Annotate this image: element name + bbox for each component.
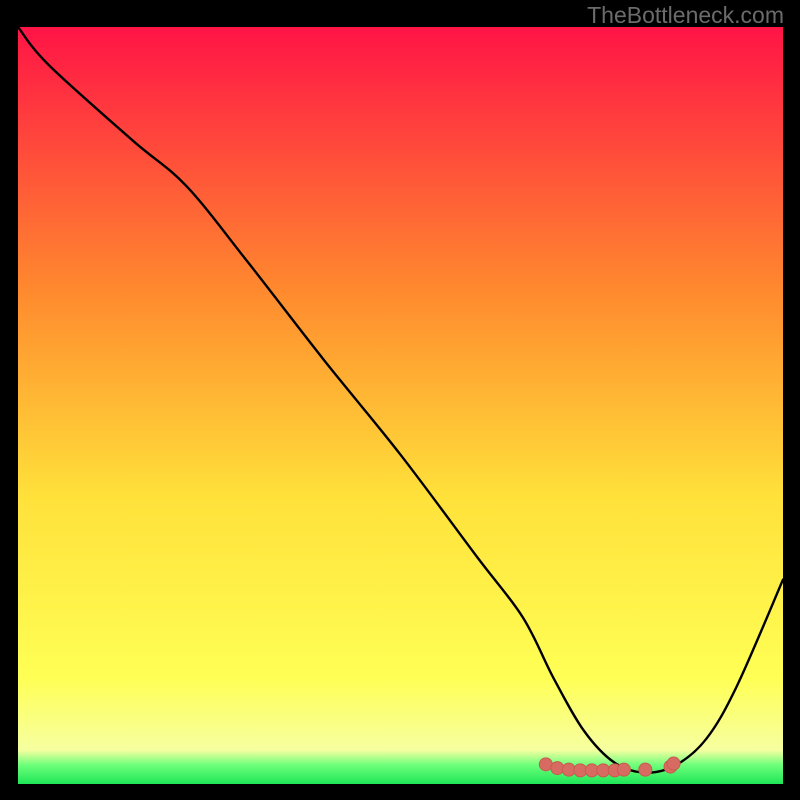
chart-root: TheBottleneck.com bbox=[0, 0, 800, 800]
optimal-marker bbox=[667, 757, 680, 770]
optimal-marker bbox=[639, 763, 652, 776]
plot-area bbox=[18, 27, 783, 784]
optimal-marker bbox=[551, 762, 564, 775]
watermark-text: TheBottleneck.com bbox=[587, 2, 784, 29]
optimal-marker bbox=[617, 763, 630, 776]
bottleneck-chart bbox=[18, 27, 783, 784]
